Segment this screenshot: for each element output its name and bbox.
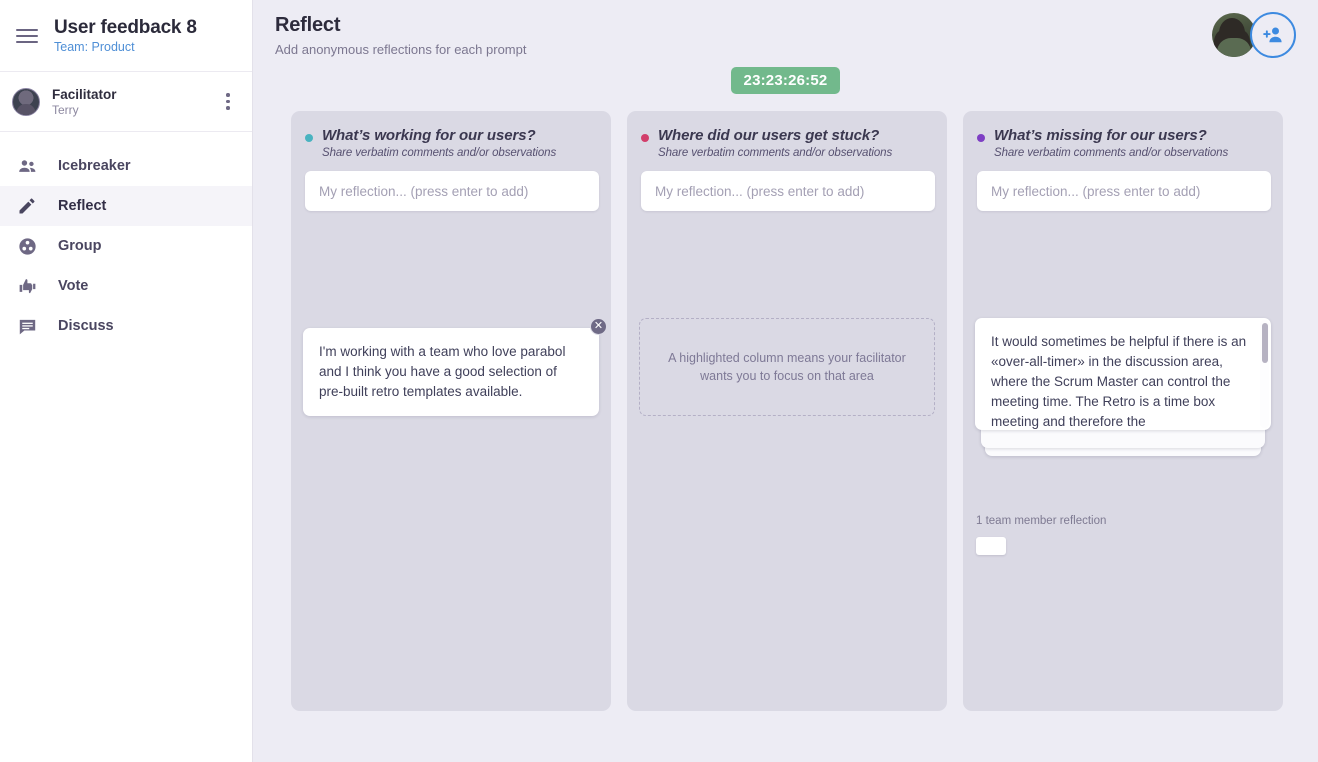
hamburger-icon[interactable] [16,28,38,43]
avatar-hair [1219,17,1246,48]
close-icon[interactable]: ✕ [590,318,607,335]
reflection-card[interactable]: ✕ I'm working with a team who love parab… [303,318,607,416]
people-icon [16,155,38,177]
add-person-button[interactable] [1250,12,1296,58]
project-title: User feedback 8 [54,17,197,38]
sidebar: User feedback 8 Team: Product Facilitato… [0,0,253,762]
sidebar-nav: Icebreaker Reflect Group Vote Discuss [0,132,252,346]
column-header: What’s missing for our users? [977,127,1269,144]
card-scrollbar[interactable] [1260,320,1269,428]
kebab-menu-icon[interactable] [218,89,238,114]
app-root: User feedback 8 Team: Product Facilitato… [0,0,1318,762]
sidebar-item-icebreaker[interactable]: Icebreaker [0,146,252,186]
sidebar-header: User feedback 8 Team: Product [0,0,252,72]
add-person-icon [1263,27,1282,43]
reflection-chip[interactable] [976,537,1006,555]
reflection-input[interactable] [977,171,1271,211]
reflect-column: Where did our users get stuck? Share ver… [627,111,947,711]
timer-area: 23:23:26:52 [253,67,1318,94]
reflection-card-stack: It would sometimes be helpful if there i… [975,318,1271,456]
reflection-card[interactable]: It would sometimes be helpful if there i… [975,318,1271,430]
sidebar-item-vote[interactable]: Vote [0,266,252,306]
column-dot-icon [641,134,649,142]
sidebar-item-reflect[interactable]: Reflect [0,186,252,226]
reflection-card-text: It would sometimes be helpful if there i… [991,334,1247,429]
facilitator-name: Terry [52,102,79,117]
column-subtitle: Share verbatim comments and/or observati… [994,147,1229,159]
page-header: Reflect Add anonymous reflections for ea… [253,0,1318,57]
project-titles: User feedback 8 Team: Product [54,17,197,54]
column-title: Where did our users get stuck? [658,127,880,144]
column-dot-icon [977,134,985,142]
highlighted-column-hint: A highlighted column means your facilita… [639,318,935,416]
page-title: Reflect [275,14,341,36]
column-dot-icon [305,134,313,142]
reflection-count-label: 1 team member reflection [976,515,1107,527]
column-subtitle: Share verbatim comments and/or observati… [322,147,557,159]
thumbs-up-down-icon [16,275,38,297]
facilitator-role: Facilitator [52,86,117,102]
pencil-icon [16,195,38,217]
facilitator-avatar [12,87,40,116]
column-header: Where did our users get stuck? [641,127,933,144]
reflection-card-text: I'm working with a team who love parabol… [319,344,566,399]
sidebar-item-label: Icebreaker [58,158,131,174]
reflection-input[interactable] [641,171,935,211]
sidebar-item-label: Discuss [58,318,114,334]
team-label[interactable]: Team: Product [54,40,197,54]
sidebar-item-discuss[interactable]: Discuss [0,306,252,346]
column-title: What’s missing for our users? [994,127,1207,144]
header-actions [1212,12,1296,58]
main-content: Reflect Add anonymous reflections for ea… [253,0,1318,762]
reflect-column: What’s missing for our users? Share verb… [963,111,1283,711]
column-title: What’s working for our users? [322,127,536,144]
sidebar-item-label: Vote [58,278,89,294]
page-subtitle: Add anonymous reflections for each promp… [275,42,527,57]
sidebar-item-group[interactable]: Group [0,226,252,266]
column-header: What’s working for our users? [305,127,597,144]
session-timer[interactable]: 23:23:26:52 [730,67,841,94]
reflection-input[interactable] [305,171,599,211]
group-circles-icon [16,235,38,257]
sidebar-item-label: Group [58,238,102,254]
reflect-column: What’s working for our users? Share verb… [291,111,611,711]
reflect-board: What’s working for our users? Share verb… [253,94,1318,711]
highlighted-column-hint-text: A highlighted column means your facilita… [668,351,906,383]
sidebar-item-label: Reflect [58,198,107,214]
column-subtitle: Share verbatim comments and/or observati… [658,147,893,159]
chat-bubble-icon [16,315,38,337]
facilitator-row: Facilitator Terry [0,72,252,132]
facilitator-meta: Facilitator Terry [52,87,206,117]
